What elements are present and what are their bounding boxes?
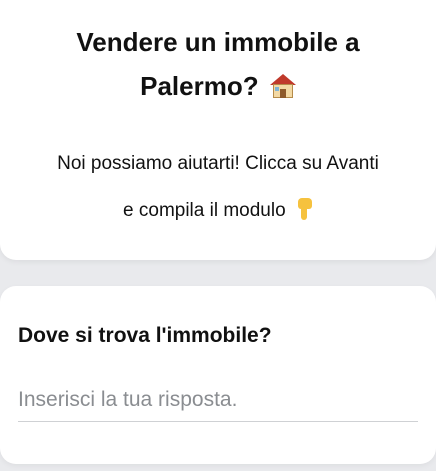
form-page: Vendere un immobile a Palermo? Noi possi…: [0, 0, 436, 471]
intro-title-line2: Palermo?: [140, 71, 259, 101]
question-card: Dove si trova l'immobile?: [0, 286, 436, 464]
intro-title: Vendere un immobile a Palermo?: [40, 20, 396, 108]
question-label: Dove si trova l'immobile?: [18, 324, 272, 347]
answer-input[interactable]: [18, 378, 418, 422]
house-icon: [269, 74, 296, 98]
intro-description: Noi possiamo aiutarti! Clicca su Avanti …: [16, 140, 420, 234]
intro-text-line1: Noi possiamo aiutarti! Clicca su Avanti: [57, 153, 379, 174]
intro-title-line1: Vendere un immobile a: [76, 27, 360, 57]
intro-card: Vendere un immobile a Palermo? Noi possi…: [0, 0, 436, 260]
pointing-down-icon: [297, 198, 313, 220]
intro-text-line2: e compila il modulo: [123, 200, 286, 221]
